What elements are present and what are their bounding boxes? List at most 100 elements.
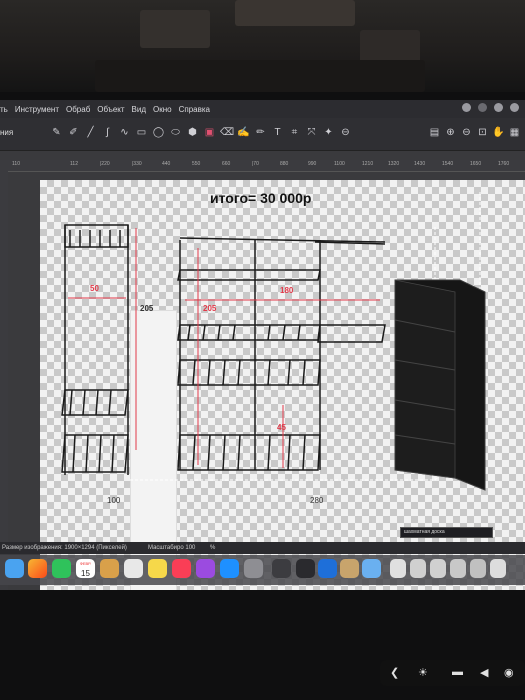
monitor-top-edge: [95, 60, 425, 92]
layers-icon[interactable]: ▤: [428, 126, 441, 140]
calendar-icon[interactable]: ФЕВР. 15: [76, 559, 95, 578]
reminders-icon[interactable]: [124, 559, 143, 578]
dimension-depth-45: 45: [277, 423, 286, 432]
text-icon[interactable]: T: [271, 126, 284, 140]
mute-icon[interactable]: ◀: [480, 666, 488, 679]
podcasts-icon[interactable]: [196, 559, 215, 578]
dock-window-thumb[interactable]: [410, 559, 426, 578]
ruler-tick: 550: [192, 161, 201, 167]
rectangle-icon[interactable]: ▭: [135, 126, 148, 140]
dock-window-thumb[interactable]: [470, 559, 486, 578]
dock-window-thumb[interactable]: [490, 559, 506, 578]
menu-item-help[interactable]: Справка: [179, 105, 210, 114]
touch-bar: ❮ ☀ ▬ ◀ ◉: [380, 660, 525, 686]
menu-item-object[interactable]: Объект: [97, 105, 124, 114]
menu-status-icons: [462, 103, 519, 112]
main-rack: [177, 237, 386, 471]
ruler-tick: 112: [70, 161, 78, 167]
eraser-icon[interactable]: ⌫: [220, 126, 234, 140]
fill-icon[interactable]: ▣: [203, 126, 216, 140]
menu-item-tool[interactable]: Инструмент: [15, 105, 59, 114]
room-wall-background: [0, 0, 525, 92]
fit-icon[interactable]: ⊡: [476, 126, 489, 140]
photos-icon[interactable]: [28, 559, 47, 578]
ruler-tick: 660: [222, 161, 231, 167]
selection-icon[interactable]: ⊖: [339, 126, 352, 140]
ruler-tick: |220: [100, 161, 110, 167]
dock-window-thumb[interactable]: [390, 559, 406, 578]
transform-icon[interactable]: ⤧: [305, 126, 318, 140]
chevron-left-icon[interactable]: ❮: [390, 666, 399, 679]
panel-title: ния: [0, 128, 14, 137]
chart-app-icon[interactable]: [296, 559, 315, 578]
vertical-ruler: [0, 171, 8, 590]
polygon-icon[interactable]: ⬢: [186, 126, 199, 140]
grid-icon[interactable]: ▦: [508, 126, 521, 140]
ruler-tick: |70: [252, 161, 259, 167]
pen-slash-icon[interactable]: ✐: [67, 126, 80, 140]
zoom-unit: %: [210, 545, 216, 551]
drawing-tools: ✎ ✐ ╱ ∫ ∿ ▭ ◯ ⬭ ⬢ ▣ ⌫ ✍ ✏ T ⌗ ⤧ ✦ ⊖: [50, 126, 352, 140]
menu-item-view[interactable]: Вид: [132, 105, 146, 114]
menu-item-window[interactable]: Окно: [153, 105, 172, 114]
facetime-icon[interactable]: [52, 559, 71, 578]
activity-icon[interactable]: [272, 559, 291, 578]
eyedropper-icon[interactable]: ✎: [50, 126, 63, 140]
status-bar: Размер изображения: 1900×1294 (Пикселей)…: [0, 542, 525, 554]
ruler-tick: 1760: [498, 161, 510, 167]
dimension-width-100: 100: [107, 496, 121, 505]
settings-icon[interactable]: [244, 559, 263, 578]
volume-icon[interactable]: ▬: [452, 666, 463, 678]
dimension-width-50: 50: [90, 284, 99, 293]
status-circle-icon[interactable]: [462, 103, 471, 112]
toolbar: ния ✎ ✐ ╱ ∫ ∿ ▭ ◯ ⬭ ⬢ ▣ ⌫ ✍ ✏ T ⌗ ⤧ ✦ ⊖ …: [0, 118, 525, 151]
layer-select[interactable]: шахматная доска: [400, 527, 493, 538]
calendar-month: ФЕВР.: [79, 561, 92, 566]
curve-icon[interactable]: ∫: [101, 126, 114, 140]
ellipse-icon[interactable]: ◯: [152, 126, 165, 140]
menu-item-process[interactable]: Обраб: [66, 105, 90, 114]
ruler-tick: 110: [12, 161, 20, 167]
zoom-out-icon[interactable]: ⊖: [460, 126, 473, 140]
ruler-tick: 990: [308, 161, 317, 167]
brightness-icon[interactable]: ☀: [418, 666, 428, 679]
dock-app-icon[interactable]: [5, 559, 24, 578]
wifi-icon[interactable]: [494, 103, 503, 112]
bluetooth-icon[interactable]: [318, 559, 337, 578]
menu-item-partial[interactable]: ть: [0, 105, 8, 114]
dock-window-thumb[interactable]: [450, 559, 466, 578]
dock-window-thumb[interactable]: [430, 559, 446, 578]
pencil-icon[interactable]: ✏: [254, 126, 267, 140]
calendar-day: 15: [81, 569, 90, 578]
hand-icon[interactable]: ✋: [492, 126, 505, 140]
menu-bar: ть Инструмент Обраб Объект Вид Окно Спра…: [0, 100, 525, 118]
wave-icon[interactable]: ∿: [118, 126, 131, 140]
image-size-text: Размер изображения: 1900×1294 (Пикселей): [2, 545, 127, 551]
dock: ФЕВР. 15: [0, 555, 525, 585]
ruler-tick: |330: [132, 161, 142, 167]
line-icon[interactable]: ╱: [84, 126, 97, 140]
magic-wand-icon[interactable]: ✦: [322, 126, 335, 140]
ruler-tick: 1430: [414, 161, 426, 167]
preview-icon[interactable]: [362, 559, 381, 578]
zoom-text[interactable]: Масштабиро 100: [148, 545, 195, 551]
left-rack: [61, 224, 129, 475]
ruler-tick: 1650: [470, 161, 482, 167]
notes-icon[interactable]: [148, 559, 167, 578]
contacts-icon[interactable]: [100, 559, 119, 578]
ruler-tick: 880: [280, 161, 289, 167]
dimension-width-180: 180: [280, 286, 294, 295]
crop-icon[interactable]: ⌗: [288, 126, 301, 140]
music-icon[interactable]: [172, 559, 191, 578]
app-store-icon[interactable]: [220, 559, 239, 578]
control-center-icon[interactable]: [510, 103, 519, 112]
ruler-tick: 1540: [442, 161, 454, 167]
ruler-tick: 440: [162, 161, 171, 167]
horizontal-ruler: 110 112 |220 |330 440 550 660 |70 880 99…: [0, 160, 525, 172]
brush-icon[interactable]: ✍: [237, 126, 250, 140]
siri-icon[interactable]: ◉: [504, 666, 514, 679]
paint-app-icon[interactable]: [340, 559, 359, 578]
ellipse-alt-icon[interactable]: ⬭: [169, 126, 182, 140]
status-app-icon[interactable]: [478, 103, 487, 112]
zoom-in-icon[interactable]: ⊕: [444, 126, 457, 140]
